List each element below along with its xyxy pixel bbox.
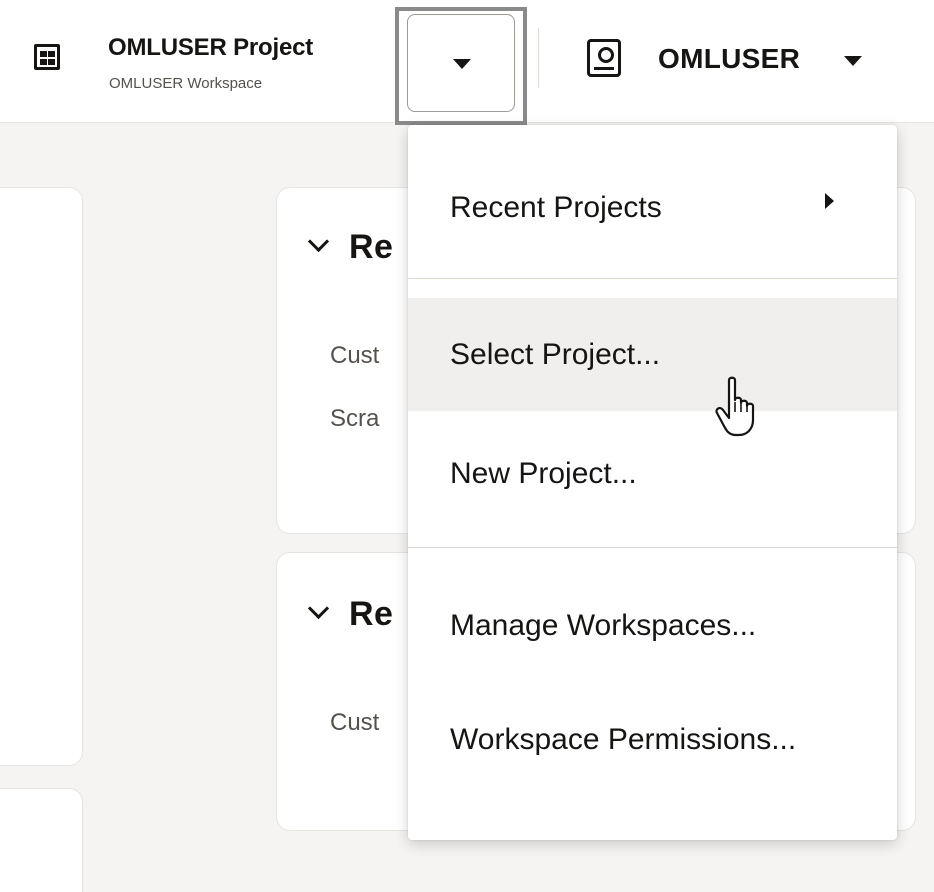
grid-icon	[34, 44, 60, 70]
app-header: OMLUSER Project OMLUSER Workspace OMLUSE…	[0, 0, 934, 125]
header-divider	[538, 28, 539, 88]
menu-divider	[408, 547, 897, 548]
chevron-down-icon[interactable]	[307, 597, 330, 620]
caret-right-icon	[825, 193, 834, 209]
project-dropdown-menu: Recent Projects Select Project... New Pr…	[408, 125, 897, 840]
menu-item-workspace-permissions[interactable]: Workspace Permissions...	[408, 683, 897, 797]
menu-item-label: New Project...	[450, 457, 637, 490]
chevron-down-icon[interactable]	[307, 230, 330, 253]
menu-divider	[408, 278, 897, 279]
menu-item-label: Manage Workspaces...	[450, 609, 757, 642]
project-menu-button[interactable]	[407, 14, 515, 112]
project-title[interactable]: OMLUSER Project	[108, 34, 313, 62]
menu-item-label: Recent Projects	[450, 191, 662, 224]
page: Re Cust Scra Re Cust OMLUSER Project OML…	[0, 0, 934, 892]
card-title: Re	[349, 228, 394, 266]
menu-item-manage-workspaces[interactable]: Manage Workspaces...	[408, 569, 897, 683]
user-menu-label[interactable]: OMLUSER	[658, 43, 800, 75]
menu-item-select-project[interactable]: Select Project...	[408, 298, 897, 411]
caret-down-icon[interactable]	[844, 56, 862, 66]
card-item[interactable]: Cust	[330, 709, 379, 737]
card-title: Re	[349, 595, 394, 633]
left-card-top	[0, 187, 83, 766]
card-item[interactable]: Scra	[330, 405, 379, 433]
menu-item-label: Workspace Permissions...	[450, 723, 797, 756]
card-item[interactable]: Cust	[330, 342, 379, 370]
caret-down-icon	[453, 59, 471, 69]
menu-item-label: Select Project...	[450, 338, 661, 371]
left-card-bottom	[0, 788, 83, 892]
user-badge-icon[interactable]	[587, 39, 621, 77]
workspace-subtitle: OMLUSER Workspace	[109, 75, 263, 92]
menu-item-new-project[interactable]: New Project...	[408, 415, 897, 529]
menu-item-recent-projects[interactable]: Recent Projects	[408, 125, 897, 278]
